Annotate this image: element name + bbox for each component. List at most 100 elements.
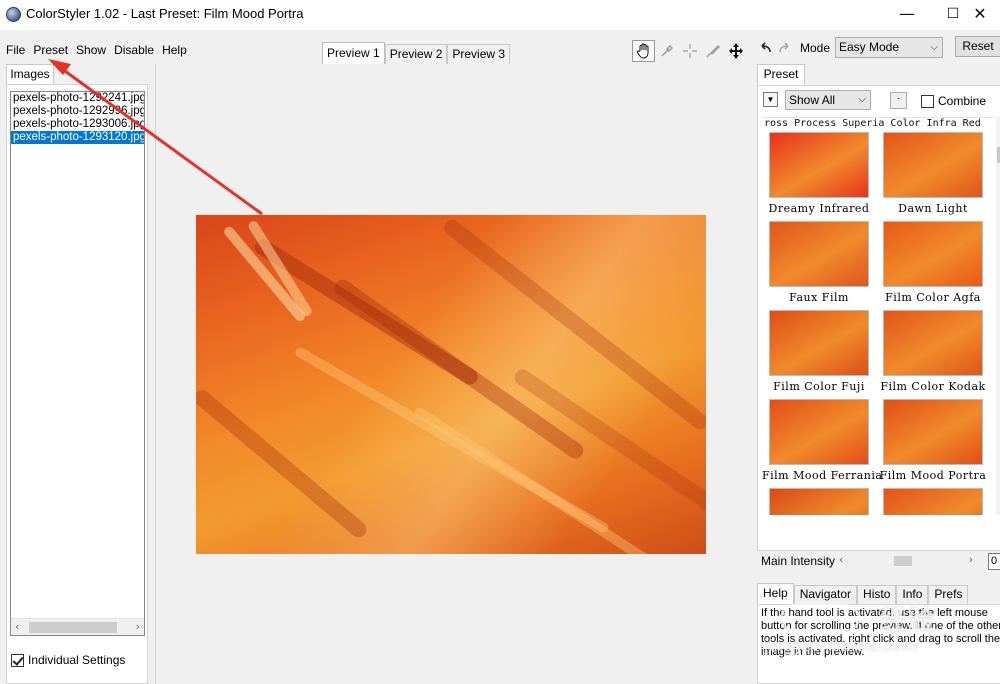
preset-vertical-scrollbar[interactable] xyxy=(996,117,1000,515)
chevron-down-icon: ▼ xyxy=(766,95,775,104)
watermark-logo xyxy=(780,604,860,632)
file-list-item[interactable]: pexels-photo-1293006.jpg xyxy=(11,118,144,131)
slider-thumb[interactable] xyxy=(894,556,912,566)
main-intensity-label: Main Intensity xyxy=(761,554,836,568)
individual-settings-label: Individual Settings xyxy=(28,653,126,667)
preset-item[interactable]: Faux Film xyxy=(762,221,876,304)
tool-bar xyxy=(632,40,747,62)
tab-preset[interactable]: Preset xyxy=(757,64,805,85)
watermark-brand: 经验 xyxy=(880,605,937,635)
minimize-button[interactable]: — xyxy=(884,0,930,30)
preset-thumbnail xyxy=(769,488,869,515)
preview-image[interactable] xyxy=(196,215,706,554)
menu-preset[interactable]: Preset xyxy=(29,42,72,60)
preset-thumbnail xyxy=(883,310,983,376)
preset-filter-value: Show All xyxy=(789,93,836,107)
scroll-left-icon[interactable]: ‹ xyxy=(15,620,19,633)
redo-icon xyxy=(779,42,789,53)
file-list-item-selected[interactable]: pexels-photo-1293120.jpg xyxy=(11,131,144,144)
images-panel-body: pexels-photo-1292241.jpg pexels-photo-12… xyxy=(6,84,148,684)
images-panel: Images pexels-photo-1292241.jpg pexels-p… xyxy=(0,64,155,684)
preset-item[interactable] xyxy=(876,488,990,515)
main-intensity-input[interactable]: 0 xyxy=(988,553,1000,570)
tab-preview-1[interactable]: Preview 1 xyxy=(322,42,385,64)
scroll-right-icon[interactable]: › xyxy=(969,553,973,566)
preset-item[interactable]: Dawn Light xyxy=(876,132,990,215)
hand-tool-button[interactable] xyxy=(632,40,655,62)
preset-menu-button[interactable]: ▼ xyxy=(763,92,778,107)
preset-item[interactable]: Film Color Agfa xyxy=(876,221,990,304)
preset-thumbnail xyxy=(769,310,869,376)
window-title: ColorStyler 1.02 - Last Preset: Film Moo… xyxy=(26,6,304,21)
hand-icon xyxy=(636,43,648,59)
scroll-left-icon[interactable]: ‹ xyxy=(839,553,843,566)
brush-tool-button[interactable] xyxy=(701,40,724,62)
preset-name: Dawn Light xyxy=(898,202,968,215)
mode-label: Mode xyxy=(800,41,831,55)
individual-settings-row[interactable]: Individual Settings xyxy=(11,653,125,667)
preset-name: Film Color Agfa xyxy=(885,291,981,304)
preset-cutoff-row: ross Process Superia Color Infra Red xyxy=(764,118,981,129)
eyedropper-tool-button[interactable] xyxy=(655,40,678,62)
preset-thumbnail xyxy=(769,399,869,465)
combine-label: Combine xyxy=(938,94,987,108)
scroll-right-icon[interactable]: › xyxy=(136,620,140,633)
preset-name: Dreamy Infrared xyxy=(768,202,870,215)
preset-item[interactable] xyxy=(762,488,876,515)
menu-show[interactable]: Show xyxy=(72,42,110,60)
combine-row[interactable]: Combine xyxy=(921,94,986,108)
preset-thumbnail xyxy=(883,132,983,198)
mode-select-value: Easy Mode xyxy=(839,40,900,54)
file-list-item[interactable]: pexels-photo-1292241.jpg xyxy=(11,92,144,105)
eyedropper-icon xyxy=(661,45,673,57)
horizontal-scrollbar[interactable]: ‹ › xyxy=(11,618,144,635)
crosshair-tool-button[interactable] xyxy=(678,40,701,62)
file-list-item[interactable]: pexels-photo-1292996.jpg xyxy=(11,105,144,118)
menu-file[interactable]: File xyxy=(0,42,29,60)
image-file-list[interactable]: pexels-photo-1292241.jpg pexels-photo-12… xyxy=(10,91,145,636)
close-button[interactable]: ✕ xyxy=(960,0,1000,30)
undo-icon xyxy=(761,42,771,53)
preset-filter-select[interactable]: Show All ⌵ xyxy=(785,90,871,110)
preset-name: Film Color Fuji xyxy=(773,380,865,393)
preset-thumbnail xyxy=(769,221,869,287)
individual-settings-checkbox[interactable] xyxy=(11,653,24,667)
main-intensity-slider[interactable]: ‹ › xyxy=(836,553,976,569)
title-bar: ColorStyler 1.02 - Last Preset: Film Moo… xyxy=(0,0,1000,30)
combine-checkbox[interactable] xyxy=(921,94,934,108)
main-intensity-row: Main Intensity ‹ › 0 xyxy=(761,553,1000,570)
move-tool-button[interactable] xyxy=(724,40,747,62)
preset-name: Film Mood Ferrania xyxy=(762,469,883,482)
reset-button[interactable]: Reset xyxy=(955,36,1000,57)
brush-icon xyxy=(706,45,720,58)
tab-preview-2[interactable]: Preview 2 xyxy=(384,44,448,64)
preview-area[interactable] xyxy=(155,64,751,684)
menu-help[interactable]: Help xyxy=(158,42,191,60)
tab-preview-3[interactable]: Preview 3 xyxy=(447,44,511,64)
preset-name: Film Mood Portra xyxy=(879,469,987,482)
app-body: File Preset Show Disable Help Preview 1 … xyxy=(0,30,1000,684)
preset-panel: Preset ▼ Show All ⌵ · Combine ross Proce… xyxy=(752,64,1000,684)
tab-images[interactable]: Images xyxy=(6,64,54,84)
mode-select[interactable]: Easy Mode ⌵ xyxy=(835,37,943,58)
scrollbar-thumb[interactable] xyxy=(29,622,117,633)
app-icon xyxy=(6,7,21,22)
menu-disable[interactable]: Disable xyxy=(110,42,158,60)
watermark: 经验 jingyan.baidu.com xyxy=(760,600,1000,670)
chevron-down-icon: ⌵ xyxy=(930,42,938,53)
preset-item[interactable]: Film Color Fuji xyxy=(762,310,876,393)
undo-button[interactable] xyxy=(758,41,772,55)
preset-thumbnail xyxy=(769,132,869,198)
menu-bar: File Preset Show Disable Help xyxy=(0,42,191,60)
preset-dot-button[interactable]: · xyxy=(890,92,907,109)
crosshair-icon xyxy=(682,44,697,58)
redo-button[interactable] xyxy=(778,41,792,55)
preset-item[interactable]: Film Mood Ferrania xyxy=(762,399,883,482)
preset-grid[interactable]: ross Process Superia Color Infra Red Dre… xyxy=(762,117,994,515)
watermark-url: jingyan.baidu.com xyxy=(764,636,919,655)
preset-item[interactable]: Film Mood Portra xyxy=(876,399,990,482)
preset-thumbnail xyxy=(883,399,983,465)
preset-item[interactable]: Film Color Kodak xyxy=(876,310,990,393)
preset-item[interactable]: Dreamy Infrared xyxy=(762,132,876,215)
move-icon xyxy=(728,43,743,59)
